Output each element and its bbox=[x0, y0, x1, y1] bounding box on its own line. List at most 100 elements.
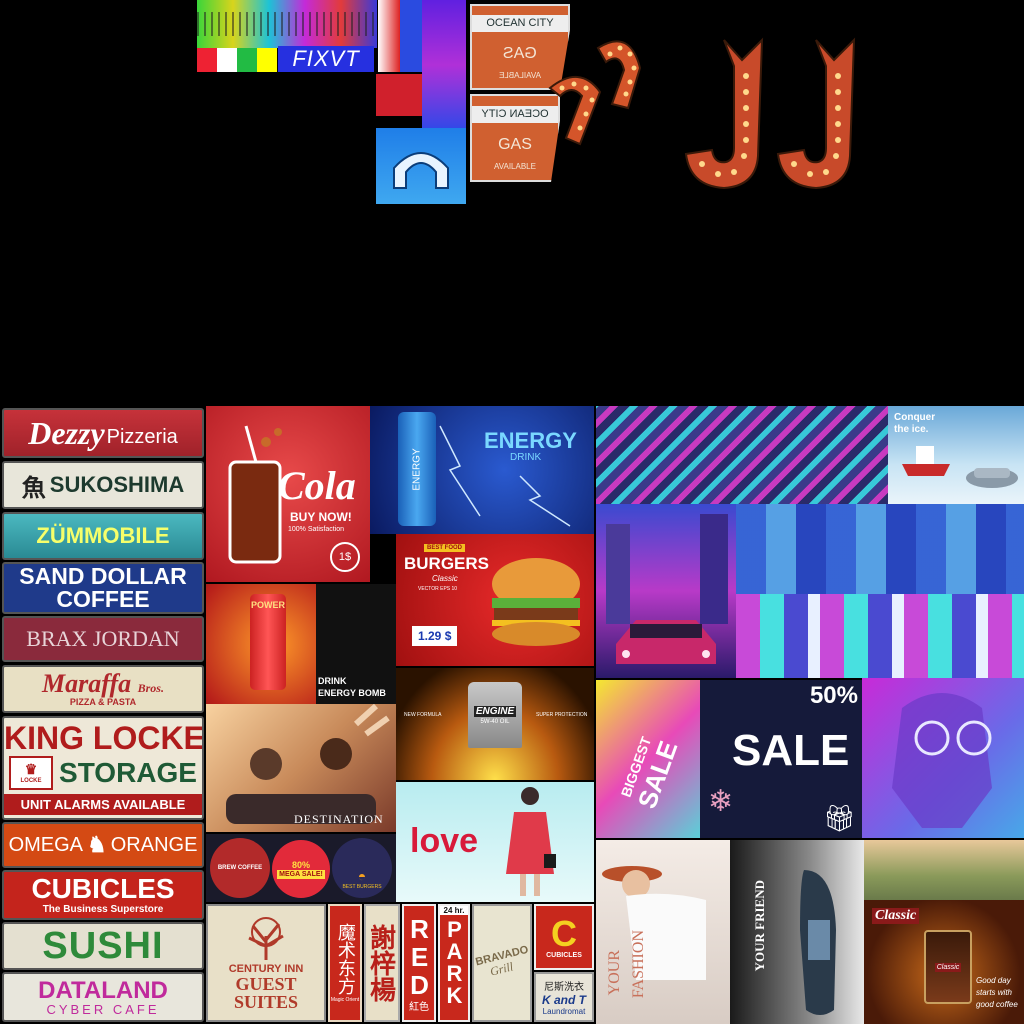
king-locke-line1: KING LOCKE bbox=[4, 719, 204, 756]
glitch-swatches bbox=[197, 48, 277, 72]
ad-conquer-ice: Conquer the ice. bbox=[888, 406, 1024, 504]
red-sub: 紅色 bbox=[409, 1001, 429, 1013]
sports-car-illustration bbox=[606, 514, 728, 664]
sale-title: SALE bbox=[732, 726, 850, 775]
badge-best-burgers: ◓ BEST BURGERS bbox=[332, 838, 392, 898]
classic-brand: Classic bbox=[872, 908, 920, 924]
ad-energy-drink: ENERGY ENERGY DRINK bbox=[370, 406, 594, 534]
century-line3: SUITES bbox=[233, 991, 299, 1012]
engine-label: ENGINE bbox=[473, 705, 517, 717]
coffee-jar: Classic bbox=[924, 930, 972, 1004]
magic-chars: 魔术东方 bbox=[335, 923, 356, 995]
ad-your-friend: YOUR FRIEND bbox=[730, 840, 864, 1024]
friend-line1: YOUR FRIEND bbox=[752, 880, 767, 972]
ad-love: love bbox=[396, 782, 594, 902]
omega-right: ORANGE bbox=[110, 833, 198, 856]
glitch-bar-blue bbox=[400, 0, 424, 72]
king-locke-line3: UNIT ALARMS AVAILABLE bbox=[4, 793, 202, 815]
glitch-label-box: FIXVT bbox=[278, 46, 374, 72]
woman-hat-illustration bbox=[602, 866, 706, 980]
sign-maraffa: Maraffa Bros. PIZZA & PASTA bbox=[2, 665, 204, 713]
sukoshima-glyph: 魚 bbox=[21, 474, 46, 502]
dataland-main: DATALAND bbox=[38, 976, 168, 1004]
badge-sale-text: MEGA SALE! bbox=[277, 869, 325, 879]
lightning-decoration bbox=[439, 425, 571, 527]
engine-left: NEW FORMULA bbox=[404, 712, 442, 718]
kandt-line1: K and T bbox=[542, 993, 586, 1007]
sign-sukoshima: 魚 SUKOSHIMA bbox=[2, 461, 204, 509]
sign-bravado-grill: BRAVADO Grill bbox=[472, 904, 532, 1022]
cubicles-c-label: CUBICLES bbox=[546, 951, 582, 959]
sign-xie: 謝梓楊 bbox=[364, 904, 400, 1022]
sign-brax-jordan: BRAX JORDAN bbox=[2, 616, 204, 662]
kandt-line2: Laundromat bbox=[542, 1007, 586, 1016]
crown-logo-icon: ♛ LOCKE bbox=[9, 755, 54, 790]
sign-zummobile: ZÜMMOBILE bbox=[2, 512, 204, 560]
king-locke-line2: STORAGE bbox=[59, 756, 197, 788]
sign-cubicles: CUBICLES The Business Superstore bbox=[2, 870, 204, 920]
glitch-arch-tile bbox=[376, 128, 466, 204]
marquee-arch-pieces bbox=[548, 40, 642, 146]
cubicles-sub: The Business Superstore bbox=[42, 904, 164, 915]
omega-left: OMEGA bbox=[8, 833, 84, 856]
power-can-label: POWER bbox=[250, 600, 285, 610]
road-landscape bbox=[864, 840, 1024, 900]
gas-sign-2-gas: GAS bbox=[498, 135, 532, 153]
burgers-badge: BEST FOOD bbox=[424, 544, 466, 552]
ad-burgers: BEST FOOD BURGERS Classic VECTOR EPS 10 … bbox=[396, 534, 594, 666]
gas-sign-1-gas: GAS bbox=[503, 44, 537, 62]
badge-sale-pct: 80% bbox=[291, 859, 310, 870]
glitch-scribble-band bbox=[197, 12, 375, 36]
sand-dollar-line1: SAND DOLLAR bbox=[19, 563, 187, 589]
burger-icon bbox=[492, 558, 580, 646]
sign-dezzy-pizzeria: Dezzy Pizzeria bbox=[2, 408, 204, 458]
dezzy-title: Dezzy bbox=[28, 414, 105, 451]
maraffa-sub: PIZZA & PASTA bbox=[69, 697, 137, 707]
xie-chars: 謝梓楊 bbox=[366, 924, 397, 1002]
cubicles-c-icon: C bbox=[551, 912, 577, 954]
sign-magic-orient: 魔术东方 Magic Orient bbox=[328, 904, 362, 1022]
sushi-text: SUSHI bbox=[42, 924, 164, 967]
gift-icon: 🎁︎ bbox=[822, 803, 856, 833]
sand-dollar-line2: COFFEE bbox=[56, 586, 150, 612]
park-chars: PARK bbox=[442, 917, 467, 1005]
sign-king-locke-storage: KING LOCKE ♛ LOCKE STORAGE UNIT ALARMS A… bbox=[2, 716, 204, 820]
car-top-view-illustration bbox=[800, 870, 836, 1015]
zummobile-text: ZÜMMOBILE bbox=[36, 523, 170, 548]
sign-park: 24 hr. PARK bbox=[438, 904, 470, 1022]
tree-icon bbox=[248, 916, 284, 960]
burgers-title: BURGERS bbox=[404, 554, 490, 573]
locke-logo-text: LOCKE bbox=[20, 778, 42, 784]
cola-title: Cola bbox=[278, 463, 356, 508]
destination-title: DESTINATION bbox=[294, 812, 384, 826]
maraffa-title: Maraffa Bros. bbox=[42, 671, 164, 697]
marquee-letters-jj bbox=[684, 37, 856, 190]
ad-your-fashion: YOUR FASHION bbox=[596, 840, 730, 1024]
ad-engine-oil: ENGINE 5W-40 OIL NEW FORMULA SUPER PROTE… bbox=[396, 668, 594, 780]
biggest-sale-block: BIGGEST SALE bbox=[596, 726, 700, 818]
sign-red: RED 紅色 bbox=[402, 904, 436, 1022]
texture-atlas: FIXVT OCEAN CITY GAS AVAILABLE OCEAN CIT… bbox=[0, 0, 1024, 1024]
maraffa-main: Maraffa bbox=[42, 669, 132, 698]
ad-destination: DESTINATION bbox=[206, 704, 396, 832]
sign-omega-orange: OMEGA ♞ ORANGE bbox=[2, 822, 204, 868]
kandt-chars: 尼斯洗衣 bbox=[544, 982, 584, 993]
sign-dataland: DATALAND CYBER CAFE bbox=[2, 972, 204, 1022]
engine-label2: 5W-40 OIL bbox=[480, 718, 510, 725]
power-tag: DRINK bbox=[318, 676, 347, 686]
glitch-block-red bbox=[376, 74, 422, 116]
gas-sign-2-available: AVAILABLE bbox=[494, 161, 536, 171]
diagonal-stripes-panel bbox=[596, 406, 888, 504]
giraffe-icon: ♞ bbox=[87, 832, 107, 857]
engine-right: SUPER PROTECTION bbox=[536, 712, 588, 718]
classic-tag3: good coffee bbox=[976, 1000, 1018, 1009]
dezzy-sub: Pizzeria bbox=[106, 425, 178, 448]
power-can: POWER bbox=[250, 594, 286, 690]
classic-jar-label: Classic bbox=[934, 962, 962, 972]
synthwave-street-scene bbox=[596, 504, 736, 678]
classic-tag1: Good day bbox=[976, 976, 1011, 985]
sukoshima-text: SUKOSHIMA bbox=[49, 472, 185, 497]
engine-oil-bottle: ENGINE 5W-40 OIL bbox=[468, 682, 522, 748]
magic-sub: Magic Orient bbox=[330, 997, 360, 1003]
dataland-sub: CYBER CAFE bbox=[46, 1001, 160, 1017]
